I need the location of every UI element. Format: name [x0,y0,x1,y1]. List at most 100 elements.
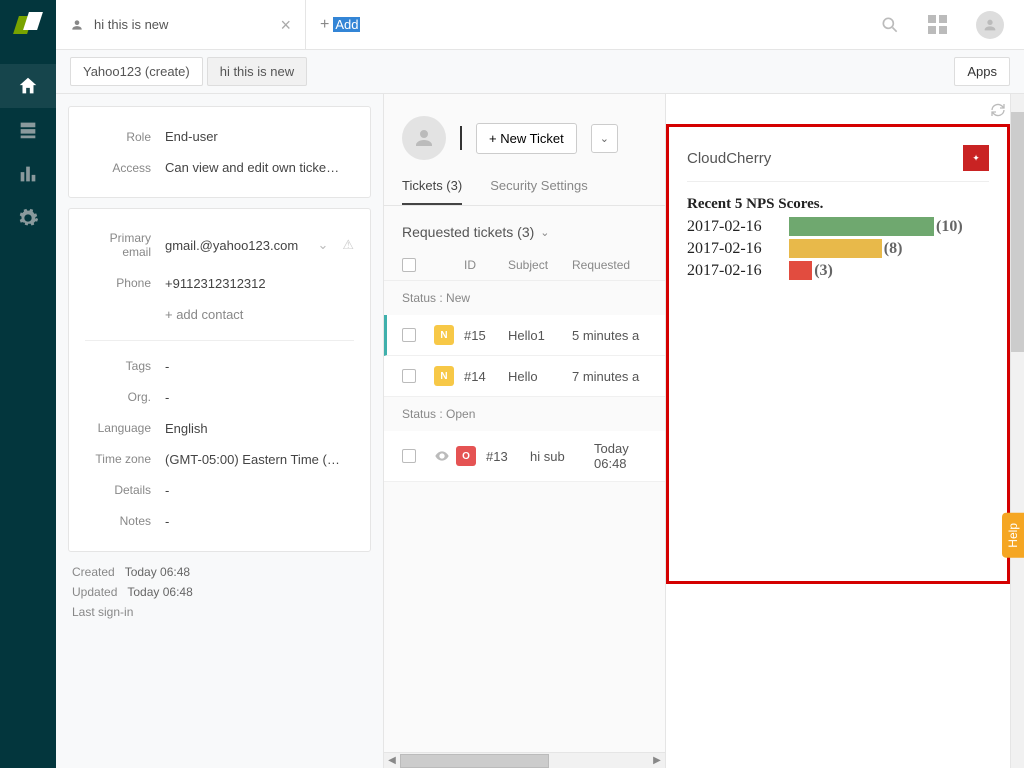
ticket-subject: Hello [508,369,568,384]
value-phone[interactable]: +9112312312312 [165,276,354,291]
ticket-id: #13 [486,449,530,464]
ticket-row[interactable]: O #13 hi sub Today 06:48 [384,431,665,482]
value-details[interactable]: - [165,483,354,498]
help-tab[interactable]: Help [1002,513,1024,558]
tickets-tabs: Tickets (3) Security Settings [384,160,665,206]
nps-heading: Recent 5 NPS Scores. [687,196,989,213]
nps-value: (3) [814,262,833,280]
value-email[interactable]: gmail.@yahoo123.com [165,238,311,253]
add-tab-label: Add [333,17,360,32]
nps-rows: 2017-02-16(10)2017-02-16(8)2017-02-16(3) [687,217,989,280]
nps-bar [789,239,882,258]
ticket-requested: 7 minutes a [568,369,647,384]
meta-created-value: Today 06:48 [125,565,190,579]
open-tab[interactable]: hi this is new × [56,0,306,50]
label-tags: Tags [85,359,165,373]
new-ticket-button[interactable]: + New Ticket [476,123,577,154]
horizontal-scrollbar[interactable]: ◀ ▶ [384,752,665,768]
scroll-left-icon[interactable]: ◀ [384,755,400,766]
name-input-cursor[interactable] [460,126,462,150]
label-notes: Notes [85,514,165,528]
breadcrumb-parent[interactable]: Yahoo123 (create) [70,57,203,86]
person-icon [412,126,436,150]
value-role: End-user [165,129,354,144]
search-icon[interactable] [880,15,900,35]
label-email: Primaryemail [85,231,165,260]
home-icon [17,75,39,97]
col-subject[interactable]: Subject [508,258,568,272]
ticket-subject: hi sub [530,449,590,464]
breadcrumb-current[interactable]: hi this is new [207,57,307,86]
label-language: Language [85,421,165,435]
gear-icon [17,207,39,229]
ticket-row[interactable]: N #14 Hello 7 minutes a [384,356,665,397]
label-role: Role [85,130,165,144]
tab-tickets[interactable]: Tickets (3) [402,178,462,205]
nav-admin[interactable] [0,196,56,240]
requested-tickets-header[interactable]: Requested tickets (3)⌄ [384,206,665,250]
meta-created-label: Created [72,565,115,579]
select-all-checkbox[interactable] [402,258,416,272]
requester-avatar[interactable] [402,116,446,160]
nps-date: 2017-02-16 [687,262,789,280]
col-requested[interactable]: Requested [568,258,647,272]
tab-title: hi this is new [94,17,168,32]
nav-sidebar [0,0,56,768]
nav-views[interactable] [0,108,56,152]
scrollbar-thumb[interactable] [1011,112,1024,352]
nps-value: (10) [936,218,963,236]
apps-grid-icon[interactable] [928,15,948,35]
value-language[interactable]: English [165,421,354,436]
chevron-down-icon[interactable]: ⌄ [317,237,328,253]
apps-panel: CloudCherry ✦ Recent 5 NPS Scores. 2017-… [666,94,1024,768]
value-timezone[interactable]: (GMT-05:00) Eastern Time (… [165,452,354,467]
label-access: Access [85,161,165,175]
widget-title: CloudCherry [687,150,771,167]
status-badge-open: O [456,446,476,466]
profile-card-role: Role End-user Access Can view and edit o… [68,106,371,198]
apps-button[interactable]: Apps [954,57,1010,86]
person-icon [70,18,84,32]
divider [85,340,354,341]
meta-updated-label: Updated [72,585,117,599]
ticket-id: #15 [464,328,508,343]
cloudcherry-widget: CloudCherry ✦ Recent 5 NPS Scores. 2017-… [666,124,1010,584]
value-org[interactable]: - [165,390,354,405]
status-badge-new: N [434,366,454,386]
meta-block: CreatedToday 06:48 UpdatedToday 06:48 La… [68,562,371,622]
nps-row: 2017-02-16(10) [687,217,989,236]
breadcrumb-toolbar: Yahoo123 (create) hi this is new Apps [56,50,1024,94]
meta-signin-label: Last sign-in [72,605,133,619]
add-tab[interactable]: + Add [306,16,374,34]
nav-reports[interactable] [0,152,56,196]
tab-close[interactable]: × [280,16,291,34]
new-ticket-dropdown[interactable]: ⌄ [591,124,618,153]
group-status-open: Status : Open [384,397,665,431]
refresh-icon[interactable] [990,102,1006,118]
scrollbar-thumb[interactable] [400,754,549,768]
ticket-requested: Today 06:48 [590,441,647,471]
group-status-new: Status : New [384,281,665,315]
row-checkbox[interactable] [402,449,416,463]
ticket-row[interactable]: N #15 Hello1 5 minutes a [384,315,665,356]
profile-column: Role End-user Access Can view and edit o… [56,94,383,768]
topbar-right [880,11,1024,39]
nav-home[interactable] [0,64,56,108]
nps-date: 2017-02-16 [687,240,789,258]
ticket-subject: Hello1 [508,328,568,343]
nps-bar [789,261,812,280]
label-org: Org. [85,390,165,404]
tickets-header: + New Ticket ⌄ [384,94,665,160]
user-avatar[interactable] [976,11,1004,39]
row-checkbox[interactable] [402,369,416,383]
vertical-scrollbar[interactable] [1010,94,1024,768]
add-contact-link[interactable]: + add contact [165,307,243,322]
tab-security-settings[interactable]: Security Settings [490,178,588,205]
scroll-right-icon[interactable]: ▶ [649,755,665,766]
cloudcherry-logo[interactable]: ✦ [963,145,989,171]
value-notes[interactable]: - [165,514,354,529]
col-id[interactable]: ID [464,258,508,272]
row-checkbox[interactable] [402,328,416,342]
value-tags[interactable]: - [165,359,354,374]
tickets-column: + New Ticket ⌄ Tickets (3) Security Sett… [383,94,666,768]
